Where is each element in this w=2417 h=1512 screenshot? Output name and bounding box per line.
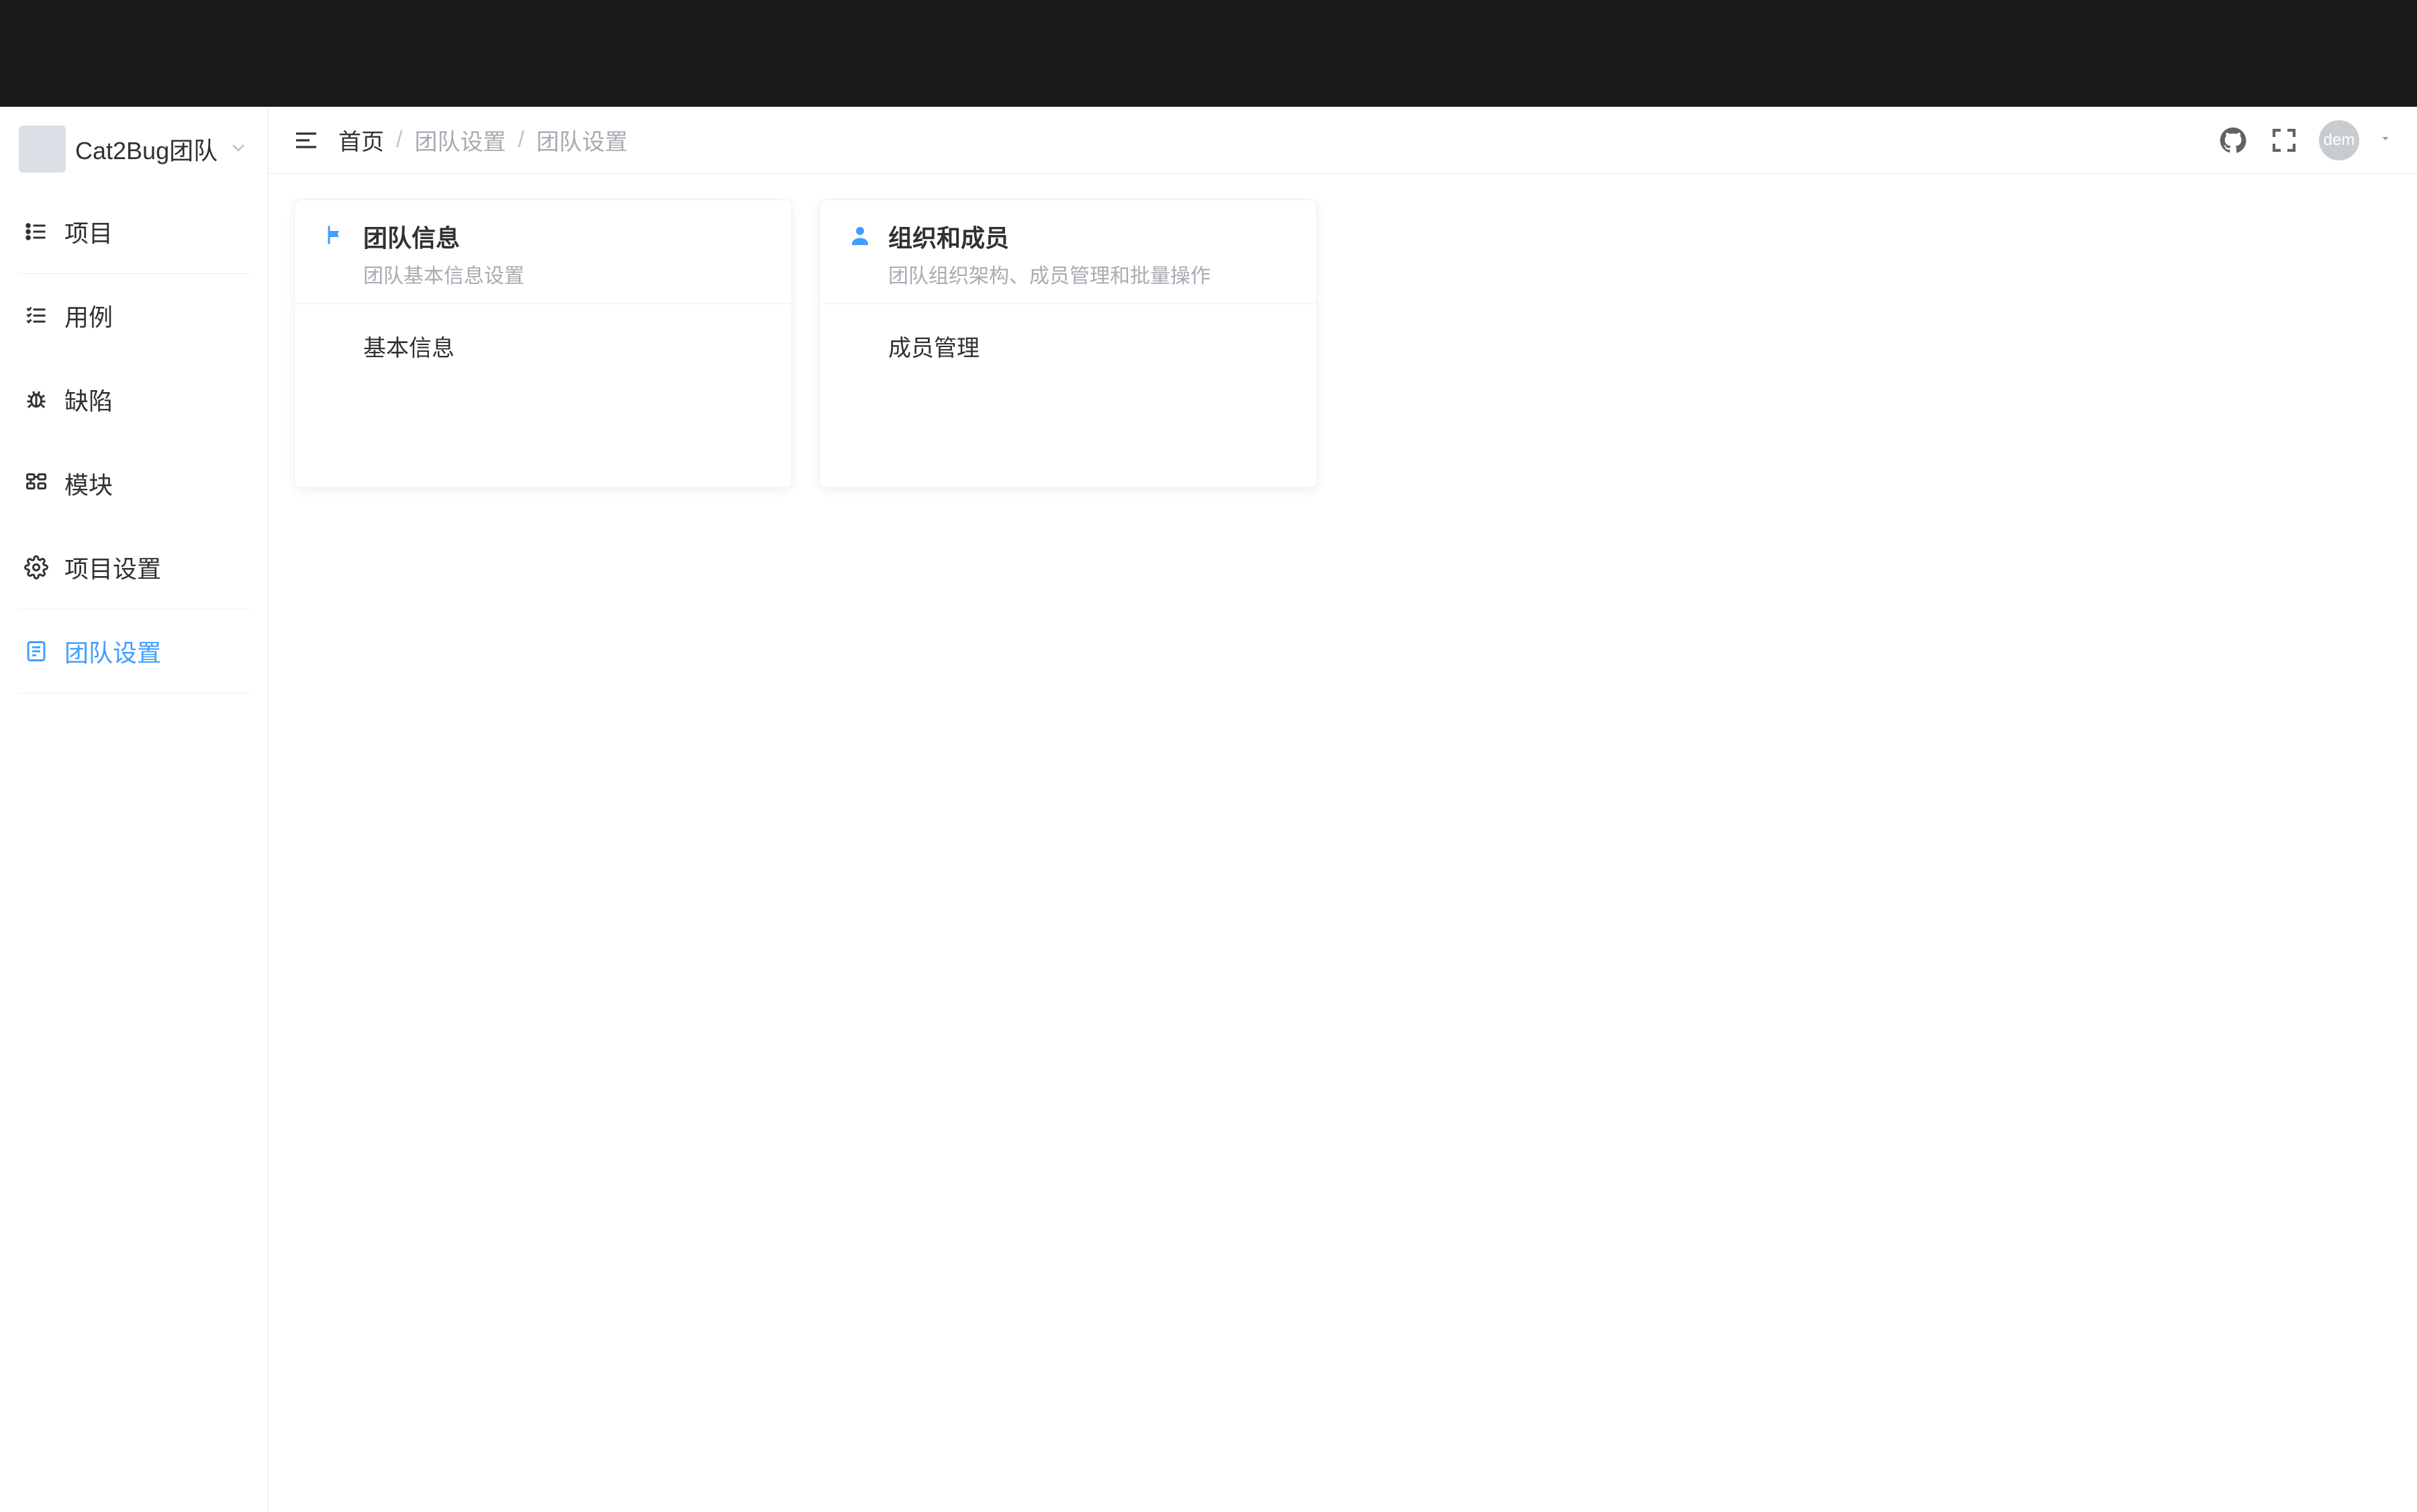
card-link-basic-info[interactable]: 基本信息 — [322, 322, 765, 371]
fullscreen-toggle[interactable] — [2268, 124, 2300, 156]
breadcrumb-sep: / — [396, 127, 402, 153]
breadcrumb-home[interactable]: 首页 — [338, 124, 384, 156]
sidebar-item-testcase[interactable]: 用例 — [19, 274, 249, 358]
sidebar-item-label: 模块 — [64, 466, 113, 501]
card-subtitle: 团队组织架构、成员管理和批量操作 — [888, 259, 1211, 289]
sidebar-item-bug[interactable]: 缺陷 — [19, 358, 249, 442]
chevron-down-icon — [228, 137, 249, 162]
team-selector[interactable]: Cat2Bug团队 — [19, 122, 249, 177]
sidebar-item-project-settings[interactable]: 项目设置 — [19, 526, 249, 610]
card-title: 团队信息 — [363, 219, 524, 254]
team-settings-icon — [23, 638, 50, 665]
list-icon — [23, 218, 50, 245]
sidebar-item-label: 项目设置 — [64, 550, 161, 585]
sidebar-item-label: 用例 — [64, 298, 113, 333]
user-avatar-label: dem — [2324, 131, 2355, 150]
bug-icon — [23, 386, 50, 413]
sidebar-item-label: 项目 — [64, 214, 113, 249]
sidebar-item-module[interactable]: 模块 — [19, 442, 249, 526]
flag-icon — [322, 222, 348, 248]
top-banner — [0, 0, 2417, 107]
person-icon — [847, 222, 873, 248]
card-team-info: 团队信息 团队基本信息设置 基本信息 — [294, 199, 792, 488]
github-link[interactable] — [2217, 124, 2249, 156]
sidebar-item-label: 团队设置 — [64, 634, 161, 669]
breadcrumb-team-settings-2[interactable]: 团队设置 — [536, 124, 628, 156]
team-avatar — [19, 126, 66, 173]
card-header: 组织和成员 团队组织架构、成员管理和批量操作 — [820, 200, 1317, 304]
main-area: 首页 / 团队设置 / 团队设置 dem — [269, 107, 2417, 1512]
team-name-label: Cat2Bug团队 — [75, 132, 218, 167]
card-org-members: 组织和成员 团队组织架构、成员管理和批量操作 成员管理 — [819, 199, 1317, 488]
breadcrumb: 首页 / 团队设置 / 团队设置 — [338, 124, 628, 156]
card-header: 团队信息 团队基本信息设置 — [295, 200, 792, 304]
caret-down-icon[interactable] — [2378, 131, 2393, 149]
card-link-member-mgmt[interactable]: 成员管理 — [847, 322, 1290, 371]
gear-icon — [23, 554, 50, 581]
sidebar-item-team-settings[interactable]: 团队设置 — [19, 610, 249, 694]
sidebar-item-project[interactable]: 项目 — [19, 190, 249, 274]
card-title: 组织和成员 — [888, 219, 1211, 254]
sidebar-item-label: 缺陷 — [64, 382, 113, 417]
hamburger-toggle[interactable] — [293, 127, 320, 154]
sidebar: Cat2Bug团队 项目 用例 缺陷 — [0, 107, 269, 1512]
card-body: 基本信息 — [295, 304, 792, 388]
user-avatar[interactable]: dem — [2319, 120, 2359, 160]
header-bar: 首页 / 团队设置 / 团队设置 dem — [269, 107, 2417, 174]
breadcrumb-sep: / — [518, 127, 524, 153]
checklist-icon — [23, 302, 50, 329]
header-actions: dem — [2217, 120, 2393, 160]
content: 团队信息 团队基本信息设置 基本信息 组织和成员 团队组织架构、成员管理和批量操… — [269, 174, 2417, 1512]
card-body: 成员管理 — [820, 304, 1317, 388]
card-subtitle: 团队基本信息设置 — [363, 259, 524, 289]
sidebar-menu: 项目 用例 缺陷 模块 — [0, 190, 268, 694]
breadcrumb-team-settings-1[interactable]: 团队设置 — [414, 124, 506, 156]
module-icon — [23, 470, 50, 497]
